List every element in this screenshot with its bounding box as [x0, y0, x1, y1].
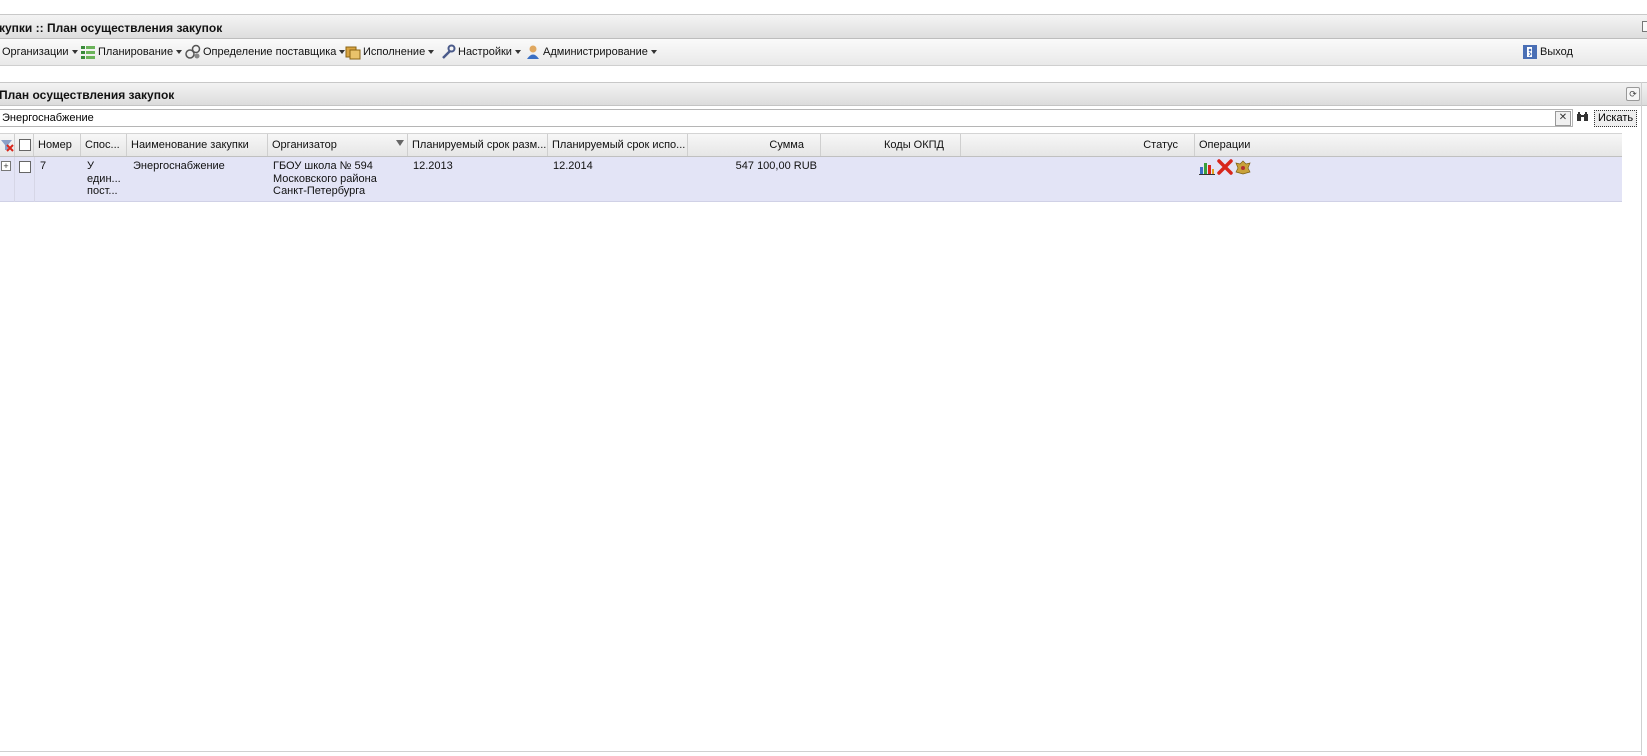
filter-icon[interactable]	[396, 140, 404, 146]
clear-search-icon[interactable]: ✕	[1555, 111, 1571, 126]
panel-title: План осуществления закупок	[0, 88, 175, 102]
cell-method-line: пост...	[87, 185, 118, 197]
wrench-icon	[440, 44, 456, 60]
menu-administration[interactable]: Администрирование	[525, 44, 657, 60]
procurement-plan-panel: План осуществления закупок ⟳ ✕ Искать Но…	[0, 82, 1647, 756]
panel-bottom-border	[0, 751, 1641, 752]
menu-planning-label: Планирование	[98, 46, 174, 58]
menu-planning[interactable]: Планирование	[80, 44, 183, 60]
delete-icon[interactable]	[1217, 159, 1233, 175]
clear-filter-header[interactable]	[0, 134, 15, 156]
menu-supplier-selection-label: Определение поставщика	[203, 46, 337, 58]
col-organizer-label: Организатор	[272, 139, 337, 151]
cell-method: У един... пост...	[87, 160, 121, 198]
window-collapse-button[interactable]	[1642, 21, 1647, 32]
supplier-icon	[185, 44, 201, 60]
expand-row-icon[interactable]: +	[1, 161, 11, 171]
table-row[interactable]: + 7 У един... пост... Энергоснабжение ГБ…	[0, 157, 1622, 202]
chevron-down-icon	[514, 50, 521, 54]
col-number[interactable]: Номер	[34, 134, 81, 156]
cell-method-line: един...	[87, 172, 121, 185]
exit-button[interactable]: Выход	[1522, 44, 1573, 60]
window-title: купки :: План осуществления закупок	[0, 21, 223, 35]
col-name[interactable]: Наименование закупки	[127, 134, 268, 156]
cell-execution-date: 12.2014	[553, 160, 593, 172]
cell-name: Энергоснабжение	[133, 160, 225, 172]
panel-header: План осуществления закупок ⟳	[0, 83, 1647, 106]
menu-settings-label: Настройки	[458, 46, 512, 58]
admin-user-icon	[525, 44, 541, 60]
search-input[interactable]	[0, 109, 1573, 127]
execution-icon	[345, 44, 361, 60]
binoculars-icon[interactable]	[1577, 112, 1589, 125]
main-menu-bar: Организации Планирование Определение пос…	[0, 39, 1647, 66]
cell-number: 7	[40, 160, 47, 172]
chevron-down-icon	[176, 50, 183, 54]
menu-organizations-label: Организации	[2, 46, 69, 58]
menu-execution-label: Исполнение	[363, 46, 426, 58]
planning-icon	[80, 44, 96, 60]
select-all-header	[15, 134, 34, 156]
chevron-down-icon	[650, 50, 657, 54]
col-organizer[interactable]: Организатор	[268, 134, 408, 156]
chevron-down-icon	[71, 50, 78, 54]
select-all-checkbox[interactable]	[19, 139, 31, 151]
row-checkbox[interactable]	[19, 161, 31, 173]
refresh-icon[interactable]: ⟳	[1626, 87, 1640, 101]
menu-settings[interactable]: Настройки	[440, 44, 521, 60]
cell-organizer-line: Московского района	[273, 172, 377, 185]
col-operations[interactable]: Операции	[1195, 134, 1622, 156]
exit-icon	[1522, 44, 1538, 60]
col-sum[interactable]: Сумма	[688, 134, 821, 156]
col-execution-date[interactable]: Планируемый срок испо...	[548, 134, 688, 156]
menu-organizations[interactable]: Организации	[2, 44, 78, 60]
search-button[interactable]: Искать	[1594, 110, 1638, 127]
chevron-down-icon	[428, 50, 435, 54]
col-method[interactable]: Спос...	[81, 134, 127, 156]
menu-supplier-selection[interactable]: Определение поставщика	[185, 44, 346, 60]
exit-label: Выход	[1540, 46, 1573, 58]
cell-placement-date: 12.2013	[413, 160, 453, 172]
col-status[interactable]: Статус	[961, 134, 1195, 156]
col-okpd[interactable]: Коды ОКПД	[821, 134, 961, 156]
cell-sum: 547 100,00 RUB	[735, 160, 817, 172]
grid-header: Номер Спос... Наименование закупки Орган…	[0, 133, 1622, 157]
row-divider	[14, 157, 15, 202]
clear-filter-icon	[1, 140, 14, 152]
emblem-icon[interactable]	[1235, 159, 1251, 175]
search-bar: ✕ Искать	[0, 108, 1647, 130]
cell-organizer-line: ГБОУ школа № 594	[273, 160, 373, 172]
col-placement-date[interactable]: Планируемый срок разм...	[408, 134, 548, 156]
row-divider	[34, 157, 35, 202]
cell-method-line: У	[87, 160, 94, 172]
menu-administration-label: Администрирование	[543, 46, 648, 58]
cell-organizer-line: Санкт-Петербурга	[273, 185, 366, 197]
window-title-bar: купки :: План осуществления закупок	[0, 14, 1647, 39]
menu-execution[interactable]: Исполнение	[345, 44, 435, 60]
chart-icon[interactable]	[1199, 159, 1215, 175]
cell-organizer: ГБОУ школа № 594 Московского района Санк…	[273, 160, 377, 198]
panel-right-border	[1641, 82, 1642, 755]
